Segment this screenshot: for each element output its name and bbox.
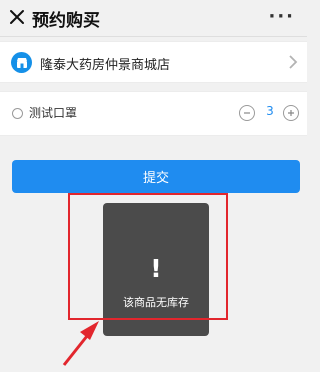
- arrow-icon: [62, 321, 99, 366]
